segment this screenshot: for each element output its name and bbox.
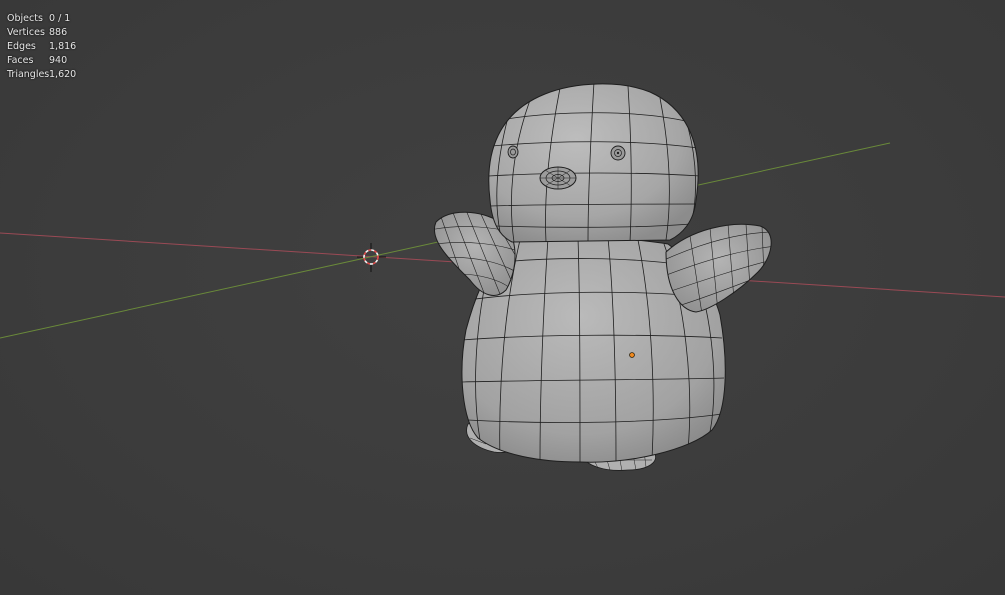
right-wing <box>665 223 772 313</box>
3d-viewport[interactable]: Objects 0 / 1 Vertices 886 Edges 1,816 F… <box>0 0 1005 595</box>
head <box>488 83 699 243</box>
scene-canvas[interactable] <box>0 0 1005 595</box>
left-eye <box>507 145 519 159</box>
3d-cursor-icon[interactable] <box>357 243 386 272</box>
right-eye <box>610 145 626 161</box>
object-origin-icon <box>629 352 635 358</box>
penguin-mesh[interactable] <box>430 82 776 472</box>
beak <box>539 166 577 190</box>
